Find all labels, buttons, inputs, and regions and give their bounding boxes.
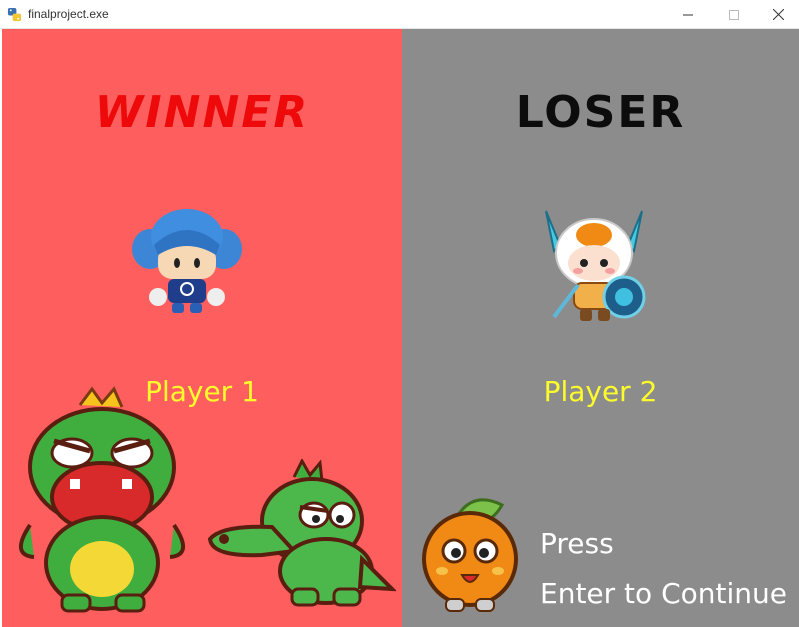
winner-character-sprite: [132, 209, 242, 313]
orange-fruit-sprite: [422, 498, 518, 612]
game-canvas: WINNER Player 1 LOSER Player 2 Press Ent…: [2, 29, 799, 627]
prompt-press-text: Press: [540, 527, 614, 560]
window-title-bar: finalproject.exe: [0, 0, 799, 29]
prompt-continue-text: Enter to Continue: [540, 577, 787, 610]
minimize-button[interactable]: [665, 0, 711, 29]
maximize-button[interactable]: [711, 0, 757, 29]
green-dragon-sprite: [19, 386, 185, 613]
close-icon: [772, 9, 784, 20]
loser-panel: LOSER Player 2 Press Enter to Continue: [402, 29, 799, 627]
loser-character-sprite: [545, 210, 646, 321]
winner-panel: WINNER Player 1: [2, 29, 402, 627]
window-title: finalproject.exe: [28, 7, 109, 21]
winner-heading: WINNER: [94, 87, 310, 138]
python-icon: [7, 7, 22, 22]
loser-player-name: Player 2: [543, 375, 658, 408]
crocodile-sprite: [207, 459, 396, 607]
maximize-icon: [729, 9, 739, 20]
minimize-icon: [683, 14, 693, 15]
close-button[interactable]: [755, 0, 799, 29]
loser-heading: LOSER: [515, 87, 686, 138]
